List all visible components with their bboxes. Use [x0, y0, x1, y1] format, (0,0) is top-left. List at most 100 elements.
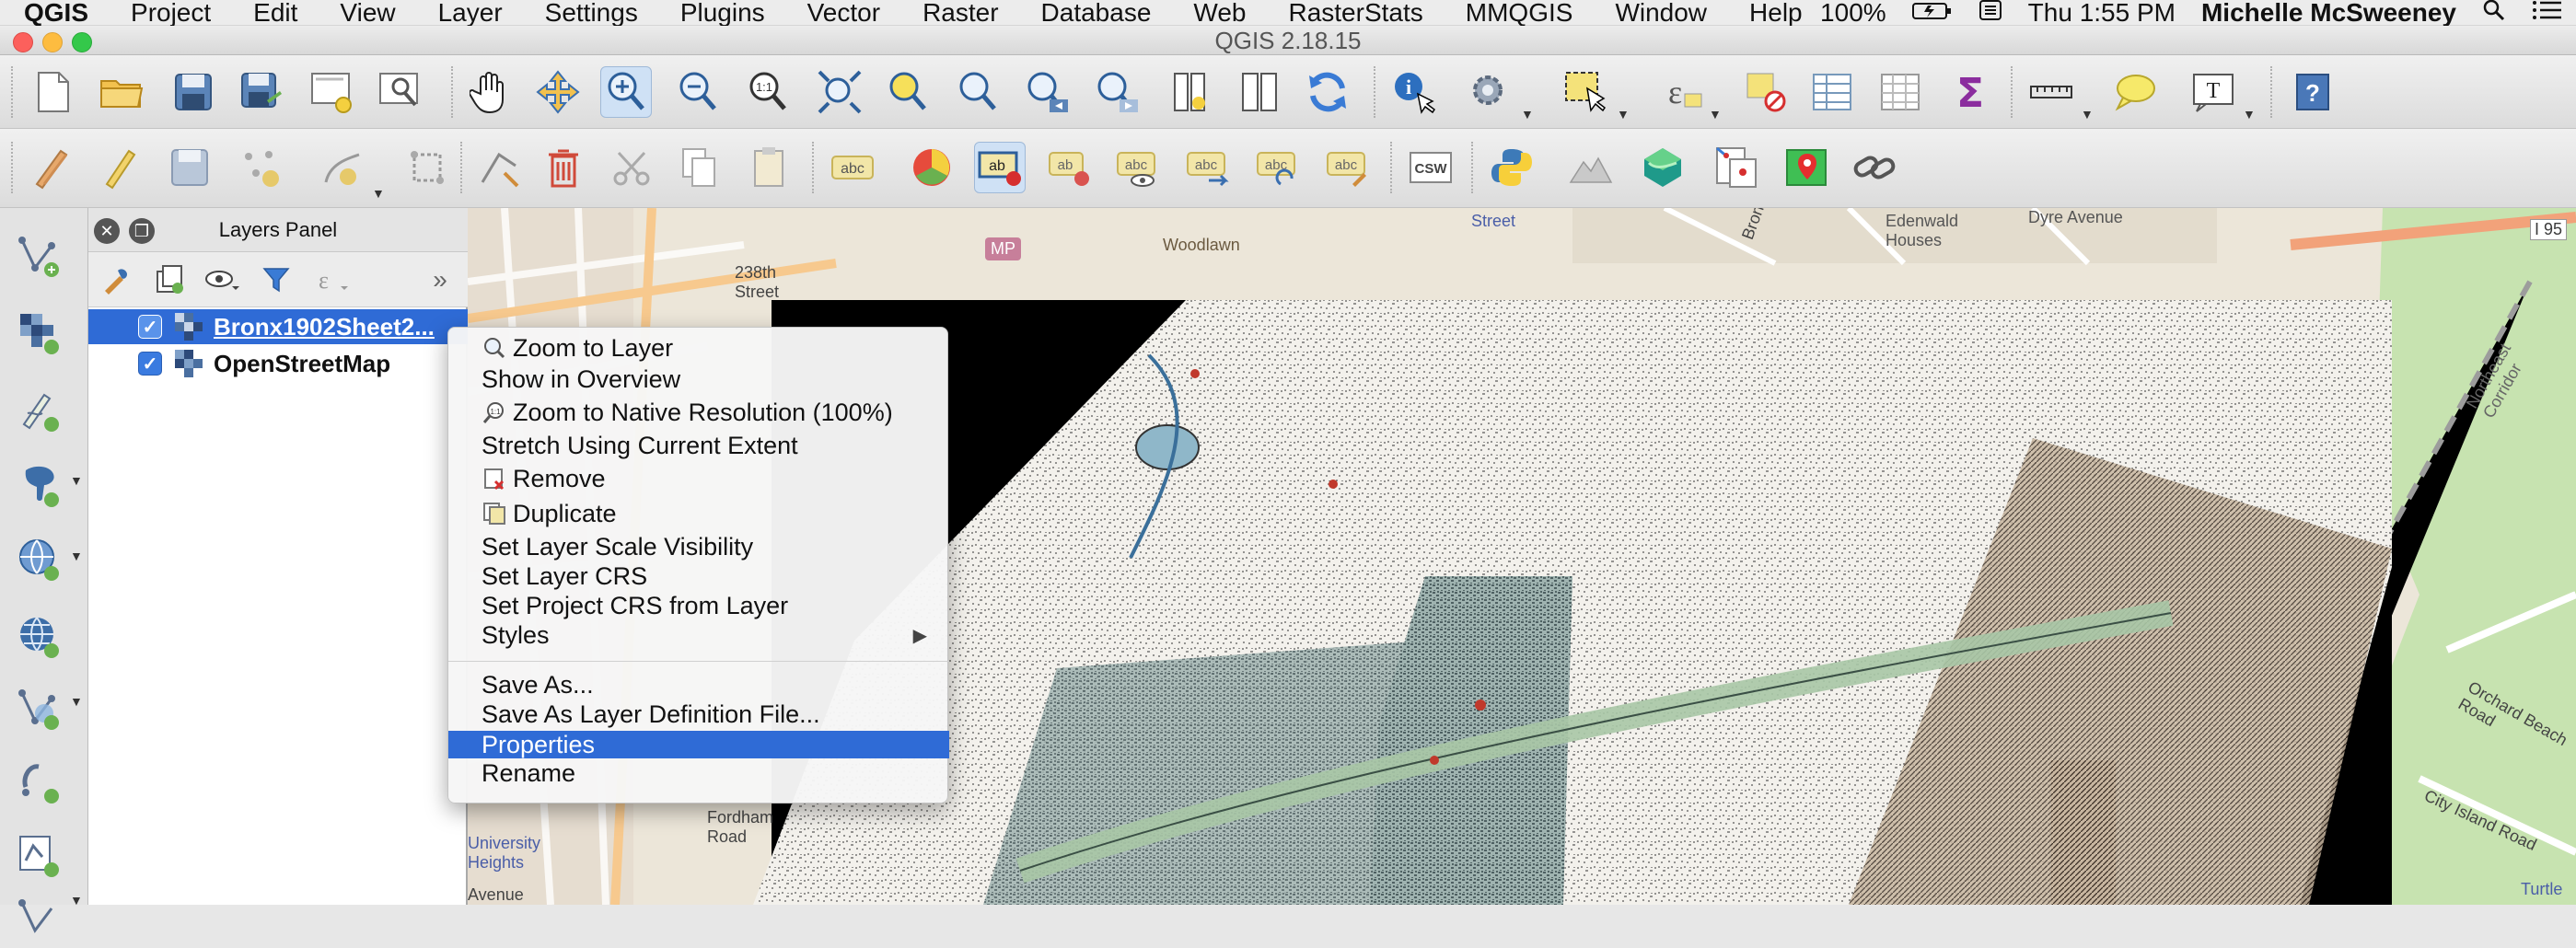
change-label-icon[interactable]: abc [1322, 142, 1374, 193]
filter-legend-icon[interactable] [256, 261, 296, 298]
georeferencer-icon[interactable] [1711, 142, 1762, 193]
menu-layer[interactable]: Layer [417, 0, 524, 26]
new-print-composer-icon[interactable] [306, 66, 357, 118]
add-wfs-layer-icon[interactable] [7, 679, 72, 738]
pin-unpin-labels-icon[interactable]: ab [1044, 142, 1096, 193]
menu-item-zoom-to-layer[interactable]: Zoom to Layer [448, 333, 949, 363]
chevron-down-icon[interactable]: ▼ [372, 186, 385, 201]
vertex-tool-icon[interactable] [473, 142, 525, 193]
close-panel-icon[interactable]: ✕ [94, 218, 120, 244]
quickmapservices-icon[interactable] [1781, 142, 1832, 193]
new-shapefile-layer-icon[interactable] [7, 827, 72, 885]
save-layer-edits-icon[interactable] [164, 142, 215, 193]
menu-edit[interactable]: Edit [232, 0, 319, 26]
add-feature-icon[interactable] [234, 142, 285, 193]
toggle-editing-icon[interactable] [94, 142, 145, 193]
open-attribute-table-icon[interactable] [1806, 66, 1858, 118]
chevron-down-icon[interactable]: ▼ [70, 694, 83, 709]
chevron-down-icon[interactable]: ▼ [2243, 107, 2256, 121]
layer-visibility-checkbox[interactable]: ✓ [138, 315, 162, 339]
terrain-profile-icon[interactable] [1565, 142, 1617, 193]
add-vector-layer-icon[interactable] [7, 226, 72, 285]
menu-raster[interactable]: Raster [901, 0, 1019, 26]
menu-app-qgis[interactable]: QGIS [0, 0, 110, 26]
copy-features-icon[interactable] [674, 142, 725, 193]
menu-item-layer-scale-visibility[interactable]: Set Layer Scale Visibility [448, 532, 949, 561]
show-hide-labels-icon[interactable]: abc [1112, 142, 1164, 193]
python-console-icon[interactable] [1486, 142, 1537, 193]
menu-item-set-layer-crs[interactable]: Set Layer CRS [448, 561, 949, 591]
new-project-icon[interactable] [28, 66, 79, 118]
menu-database[interactable]: Database [1020, 0, 1173, 26]
metasearch-csw-icon[interactable]: CSW [1405, 142, 1456, 193]
chevron-down-icon[interactable]: ▼ [70, 893, 83, 908]
chevron-down-icon[interactable]: ▼ [1709, 107, 1722, 121]
spotlight-search-icon[interactable] [2469, 0, 2519, 29]
qgis-cloud-link-icon[interactable] [1849, 142, 1900, 193]
add-wms-layer-icon[interactable] [7, 607, 72, 666]
menu-item-styles[interactable]: Styles ▶ [448, 620, 949, 650]
field-calculator-icon[interactable] [1874, 66, 1926, 118]
menu-vector[interactable]: Vector [786, 0, 901, 26]
zoom-to-layer-icon[interactable] [952, 66, 1004, 118]
zoom-full-icon[interactable] [814, 66, 865, 118]
layer-row-openstreetmap[interactable]: ✓ OpenStreetMap [88, 346, 468, 381]
menu-item-duplicate[interactable]: Duplicate [448, 499, 949, 528]
input-menu-icon[interactable] [1966, 0, 2015, 28]
manage-visibility-icon[interactable] [203, 261, 243, 298]
open-layer-styling-icon[interactable] [96, 261, 136, 298]
add-delimited-text-icon[interactable] [7, 381, 72, 440]
clock[interactable]: Thu 1:55 PM [2015, 0, 2188, 28]
refresh-icon[interactable] [1302, 66, 1353, 118]
move-label-icon[interactable]: abc [1182, 142, 1234, 193]
show-bookmarks-icon[interactable] [1234, 66, 1285, 118]
pan-to-selection-icon[interactable] [532, 66, 584, 118]
text-annotation-icon[interactable]: T [2187, 66, 2239, 118]
user-name[interactable]: Michelle McSweeney [2188, 0, 2469, 28]
menu-item-remove[interactable]: Remove [448, 464, 949, 493]
menu-item-show-in-overview[interactable]: Show in Overview [448, 364, 949, 394]
menu-item-rename[interactable]: Rename [448, 758, 949, 788]
chevron-down-icon[interactable]: ▼ [2081, 107, 2094, 121]
zoom-in-icon[interactable] [600, 66, 652, 118]
chevron-down-icon[interactable]: ▼ [70, 549, 83, 563]
new-bookmark-icon[interactable] [1166, 66, 1217, 118]
rotate-label-icon[interactable]: abc [1252, 142, 1304, 193]
cut-features-icon[interactable] [606, 142, 657, 193]
menu-mmqgis[interactable]: MMQGIS [1445, 0, 1595, 26]
menu-view[interactable]: View [319, 0, 416, 26]
zoom-out-icon[interactable] [672, 66, 724, 118]
new-spatialite-layer-icon[interactable] [7, 889, 72, 948]
layer-visibility-checkbox[interactable]: ✓ [138, 352, 162, 376]
zoom-next-icon[interactable] [1092, 66, 1143, 118]
menu-project[interactable]: Project [110, 0, 232, 26]
move-feature-icon[interactable] [401, 142, 453, 193]
add-virtual-layer-icon[interactable] [7, 753, 72, 812]
battery-icon[interactable] [1899, 0, 1966, 28]
float-panel-icon[interactable]: ❐ [129, 218, 155, 244]
composer-manager-icon[interactable] [374, 66, 425, 118]
zoom-last-icon[interactable] [1022, 66, 1073, 118]
menu-web[interactable]: Web [1172, 0, 1267, 26]
deselect-features-icon[interactable] [1740, 66, 1792, 118]
run-feature-action-icon[interactable] [1464, 66, 1515, 118]
open-project-icon[interactable] [96, 66, 147, 118]
pan-map-icon[interactable] [464, 66, 516, 118]
layer-labeling-options-icon[interactable]: abc [827, 142, 878, 193]
node-tool-icon[interactable] [317, 142, 368, 193]
qgis2threejs-icon[interactable] [1637, 142, 1688, 193]
paste-features-icon[interactable] [744, 142, 795, 193]
layer-diagram-options-icon[interactable] [906, 142, 957, 193]
menu-rasterstats[interactable]: RasterStats [1267, 0, 1444, 26]
chevron-down-icon[interactable]: ▼ [1617, 107, 1630, 121]
notification-center-icon[interactable] [2519, 0, 2576, 28]
save-as-icon[interactable] [236, 66, 287, 118]
add-spatialite-layer-icon[interactable] [7, 530, 72, 589]
highlight-pinned-labels-icon[interactable]: ab [974, 142, 1026, 193]
menu-item-set-project-crs[interactable]: Set Project CRS from Layer [448, 591, 949, 620]
zoom-actual-size-icon[interactable]: 1:1 [742, 66, 794, 118]
expand-toolbar-icon[interactable]: » [420, 261, 460, 298]
menu-item-save-as[interactable]: Save As... [448, 670, 949, 699]
identify-features-icon[interactable]: i [1388, 66, 1440, 118]
menu-settings[interactable]: Settings [524, 0, 659, 26]
